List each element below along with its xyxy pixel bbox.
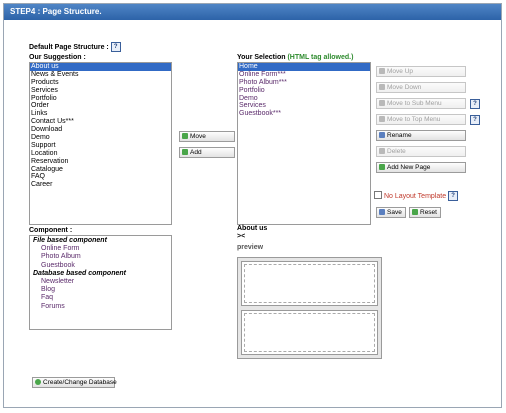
save-icon [379,209,385,215]
selection-item[interactable]: Online Form*** [238,71,370,79]
suggestion-item[interactable]: Download [30,126,171,134]
move-down-label: Move Down [387,84,422,91]
topmenu-icon [379,116,385,122]
db-based-header: Database based component [33,269,126,277]
suggestion-label: Our Suggestion : [29,54,86,61]
move-up-button[interactable]: Move Up [376,66,466,77]
move-to-sub-label: Move to Sub Menu [387,100,442,107]
create-change-database-button[interactable]: Create/Change Database [32,377,117,388]
step4-panel: STEP4 : Page Structure. Default Page Str… [3,3,502,408]
rename-icon [379,132,385,138]
component-item[interactable]: Online Form [33,245,171,253]
suggestion-item[interactable]: News & Events [30,71,171,79]
add-icon [182,149,188,155]
component-item[interactable]: Newsletter [33,278,171,286]
suggestion-item[interactable]: Products [30,79,171,87]
add-new-page-button[interactable]: Add New Page [376,162,466,173]
reset-icon [412,209,418,215]
selection-item[interactable]: Demo [238,95,370,103]
help-icon[interactable]: ? [448,191,459,202]
arrow-up-icon [379,68,385,74]
delete-label: Delete [387,148,406,155]
delete-icon [379,148,385,154]
suggestion-item[interactable]: FAQ [30,173,171,181]
suggestion-item[interactable]: Order [30,102,171,110]
suggestion-item[interactable]: Services [30,87,171,95]
add-new-page-label: Add New Page [387,164,431,171]
rename-button[interactable]: Rename [376,130,466,141]
preview-box [237,257,382,359]
help-icon[interactable]: ? [470,99,480,109]
suggestion-item[interactable]: Portfolio [30,95,171,103]
selection-listbox[interactable]: Home Online Form*** Photo Album*** Portfoli… [237,62,371,225]
preview-top-block [241,261,378,306]
suggestion-item[interactable]: Career [30,181,171,189]
submenu-icon [379,100,385,106]
create-db-label: Create/Change Database [43,379,117,386]
about-title: About us [237,225,268,232]
arrow-right-icon [182,133,188,139]
suggestion-item[interactable]: Support [30,142,171,150]
move-to-sub-menu-button[interactable]: Move to Sub Menu [376,98,466,109]
component-item[interactable]: Blog [33,286,171,294]
suggestion-item[interactable]: Demo [30,134,171,142]
suggestion-item[interactable]: Location [30,150,171,158]
default-structure-label: Default Page Structure : ? [29,42,121,52]
component-label: Component : [29,227,73,234]
suggestion-item[interactable]: About us [30,63,171,71]
move-button[interactable]: Move [179,131,235,142]
suggestion-item[interactable]: Links [30,110,171,118]
add-button-label: Add [190,149,202,156]
move-button-label: Move [190,133,206,140]
save-button[interactable]: Save [376,207,406,218]
suggestion-item[interactable]: Reservation [30,158,171,166]
add-button[interactable]: Add [179,147,235,158]
no-layout-checkbox[interactable] [374,191,382,199]
help-icon[interactable]: ? [110,42,121,52]
arrow-down-icon [379,84,385,90]
move-up-label: Move Up [387,68,414,75]
component-list: File based component Online Form Photo A… [29,235,172,330]
selection-label-text: Your Selection [237,54,286,61]
about-symbol: >< [237,233,246,240]
delete-button[interactable]: Delete [376,146,466,157]
no-layout-label: No Layout Template [383,193,447,200]
selection-item[interactable]: Guestbook*** [238,110,370,118]
reset-button[interactable]: Reset [409,207,441,218]
rename-label: Rename [387,132,412,139]
component-item[interactable]: Forums [33,303,171,311]
save-label: Save [387,209,402,216]
add-page-icon [379,164,385,170]
preview-label: preview [237,244,264,251]
file-based-header: File based component [33,237,107,244]
selection-item[interactable]: Services [238,102,370,110]
move-to-top-menu-button[interactable]: Move to Top Menu [376,114,466,125]
no-layout-template-row: No Layout Template ? [374,191,459,202]
suggestion-listbox[interactable]: About us News & Events Products Services Por… [29,62,172,225]
selection-item[interactable]: Photo Album*** [238,79,370,87]
selection-label: Your Selection (HTML tag allowed.) [237,54,353,61]
selection-item[interactable]: Home [238,63,370,71]
component-item[interactable]: Guestbook [33,262,171,270]
component-item[interactable]: Photo Album [33,253,171,261]
default-structure-text: Default Page Structure : [29,43,109,51]
reset-label: Reset [420,209,437,216]
database-icon [35,379,41,385]
preview-bottom-block [241,310,378,355]
html-allowed-note: (HTML tag allowed.) [287,54,354,61]
component-item[interactable]: Faq [33,294,171,302]
help-icon[interactable]: ? [470,115,480,125]
move-to-top-label: Move to Top Menu [387,116,441,123]
suggestion-item[interactable]: Contact Us*** [30,118,171,126]
move-down-button[interactable]: Move Down [376,82,466,93]
panel-title: STEP4 : Page Structure. [4,4,501,20]
selection-item[interactable]: Portfolio [238,87,370,95]
suggestion-item[interactable]: Catalogue [30,166,171,174]
